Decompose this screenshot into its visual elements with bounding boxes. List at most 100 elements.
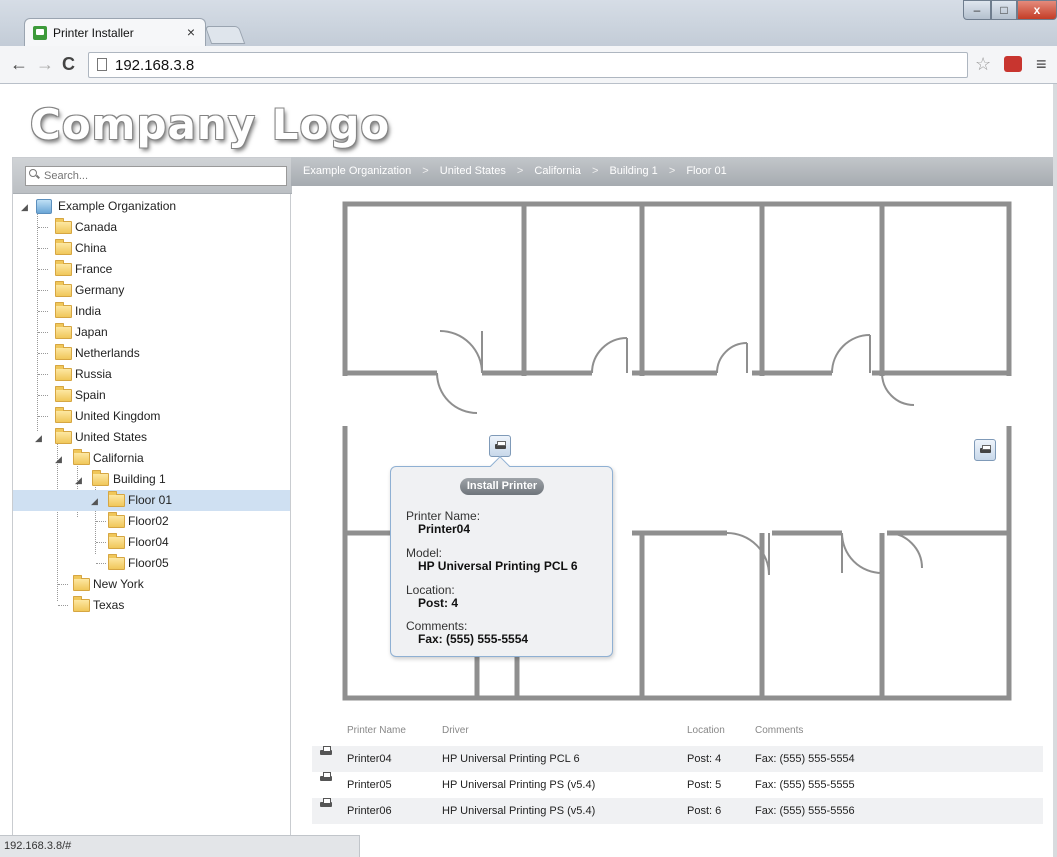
- window-maximize-button[interactable]: □: [991, 0, 1017, 20]
- tree-branch: [38, 227, 48, 228]
- tree-label: Japan: [75, 325, 108, 339]
- tree-node-united-states[interactable]: ◢ United States: [13, 427, 290, 448]
- cell-location: Post: 4: [687, 753, 722, 765]
- tree-node-building-1[interactable]: ◢ Building 1: [13, 469, 290, 490]
- tree-label: Netherlands: [75, 346, 140, 360]
- browser-tab[interactable]: Printer Installer ×: [24, 18, 206, 46]
- tree-label: United States: [75, 430, 148, 444]
- new-tab-button[interactable]: [204, 26, 246, 44]
- tree-node-india[interactable]: India: [13, 301, 290, 322]
- tree-label: Floor 01: [128, 493, 173, 507]
- collapse-triangle-icon[interactable]: ◢: [55, 449, 62, 470]
- breadcrumb-separator: >: [668, 165, 676, 177]
- location-value: Post: 4: [418, 596, 459, 610]
- window-minimize-button[interactable]: –: [963, 0, 991, 20]
- printer-icon: [320, 772, 332, 782]
- tree-label: New York: [93, 577, 144, 591]
- breadcrumb-item-building-1[interactable]: Building 1: [609, 165, 657, 177]
- tree-branch: [38, 416, 48, 417]
- tree-node-netherlands[interactable]: Netherlands: [13, 343, 290, 364]
- extension-icon[interactable]: [1004, 56, 1022, 72]
- address-url[interactable]: 192.168.3.8: [115, 57, 194, 74]
- breadcrumb-item-floor-01[interactable]: Floor 01: [686, 165, 726, 177]
- printer-marker-printer04[interactable]: [489, 435, 511, 457]
- tree-node-california[interactable]: ◢ California: [13, 448, 290, 469]
- header-printer-name: Printer Name: [347, 725, 406, 736]
- folder-icon: [55, 239, 72, 255]
- tree-node-floor-01[interactable]: ◢ Floor 01: [13, 490, 290, 511]
- back-arrow-icon[interactable]: ←: [10, 54, 28, 75]
- install-printer-button[interactable]: Install Printer: [460, 478, 544, 495]
- tree-label: Texas: [93, 598, 125, 612]
- folder-icon: [108, 491, 125, 507]
- tree-branch: [58, 584, 68, 585]
- tree-label: Russia: [75, 367, 112, 381]
- collapse-triangle-icon[interactable]: ◢: [91, 491, 98, 512]
- folder-icon: [108, 512, 125, 528]
- tree-node-floor05[interactable]: Floor05: [13, 553, 290, 574]
- folder-icon: [73, 575, 90, 591]
- window-close-button[interactable]: x: [1017, 0, 1057, 20]
- tree-branch: [58, 605, 68, 606]
- collapse-triangle-icon[interactable]: ◢: [35, 428, 42, 449]
- folder-icon: [55, 218, 72, 234]
- breadcrumb-separator: >: [516, 165, 524, 177]
- browser-menu-icon[interactable]: ≡: [1036, 54, 1047, 75]
- tree-branch: [38, 374, 48, 375]
- tree-label: Germany: [75, 283, 125, 297]
- cell-comments: Fax: (555) 555-5554: [755, 753, 855, 765]
- folder-icon: [55, 260, 72, 276]
- folder-open-icon: [92, 470, 109, 486]
- folder-icon: [108, 533, 125, 549]
- tree-node-germany[interactable]: Germany: [13, 280, 290, 301]
- tree-node-texas[interactable]: Texas: [13, 595, 290, 616]
- tree-node-japan[interactable]: Japan: [13, 322, 290, 343]
- cell-comments: Fax: (555) 555-5555: [755, 779, 855, 791]
- header-location: Location: [687, 725, 725, 736]
- tree-label: Building 1: [113, 472, 166, 486]
- tree-node-new-york[interactable]: New York: [13, 574, 290, 595]
- model-label: Model:: [406, 546, 443, 560]
- breadcrumb-item-california[interactable]: California: [534, 165, 580, 177]
- tree-label: Floor02: [128, 514, 169, 528]
- cell-printer-name: Printer06: [347, 805, 392, 817]
- reload-icon[interactable]: C: [62, 54, 75, 75]
- folder-icon: [55, 323, 72, 339]
- tree-node-example-organization[interactable]: ◢ Example Organization: [13, 196, 290, 217]
- tree-label: France: [75, 262, 113, 276]
- table-row[interactable]: Printer06 HP Universal Printing PS (v5.4…: [312, 798, 1043, 824]
- folder-open-icon: [73, 449, 90, 465]
- breadcrumb-item-organization[interactable]: Example Organization: [303, 165, 411, 177]
- tree-node-floor04[interactable]: Floor04: [13, 532, 290, 553]
- tree-label: Spain: [75, 388, 106, 402]
- comments-label: Comments:: [406, 619, 468, 633]
- tree-node-floor02[interactable]: Floor02: [13, 511, 290, 532]
- tree-node-russia[interactable]: Russia: [13, 364, 290, 385]
- tree-node-france[interactable]: France: [13, 259, 290, 280]
- company-logo: Company Logo: [30, 100, 391, 149]
- tree-branch: [38, 353, 48, 354]
- folder-icon: [55, 302, 72, 318]
- model-value: HP Universal Printing PCL 6: [418, 559, 578, 573]
- collapse-triangle-icon[interactable]: ◢: [21, 197, 28, 218]
- forward-arrow-icon[interactable]: →: [36, 54, 54, 75]
- sidebar: ◢ Example Organization Canada China Fran…: [12, 157, 292, 853]
- tree-node-united-kingdom[interactable]: United Kingdom: [13, 406, 290, 427]
- breadcrumb-item-united-states[interactable]: United States: [440, 165, 506, 177]
- tab-close-icon[interactable]: ×: [187, 24, 195, 40]
- tree-node-china[interactable]: China: [13, 238, 290, 259]
- search-input[interactable]: [25, 166, 287, 186]
- address-bar[interactable]: 192.168.3.8: [88, 52, 968, 78]
- table-row[interactable]: Printer04 HP Universal Printing PCL 6 Po…: [312, 746, 1043, 772]
- table-row[interactable]: Printer05 HP Universal Printing PS (v5.4…: [312, 772, 1043, 798]
- printer-marker-printer05[interactable]: [974, 439, 996, 461]
- folder-icon: [55, 344, 72, 360]
- printer-installer-favicon-icon: [33, 26, 47, 40]
- printer-name-label: Printer Name:: [406, 509, 481, 523]
- tree-branch: [38, 395, 48, 396]
- tree-node-canada[interactable]: Canada: [13, 217, 290, 238]
- bookmark-star-icon[interactable]: ☆: [975, 54, 991, 75]
- collapse-triangle-icon[interactable]: ◢: [75, 470, 82, 491]
- tree-node-spain[interactable]: Spain: [13, 385, 290, 406]
- folder-icon: [55, 407, 72, 423]
